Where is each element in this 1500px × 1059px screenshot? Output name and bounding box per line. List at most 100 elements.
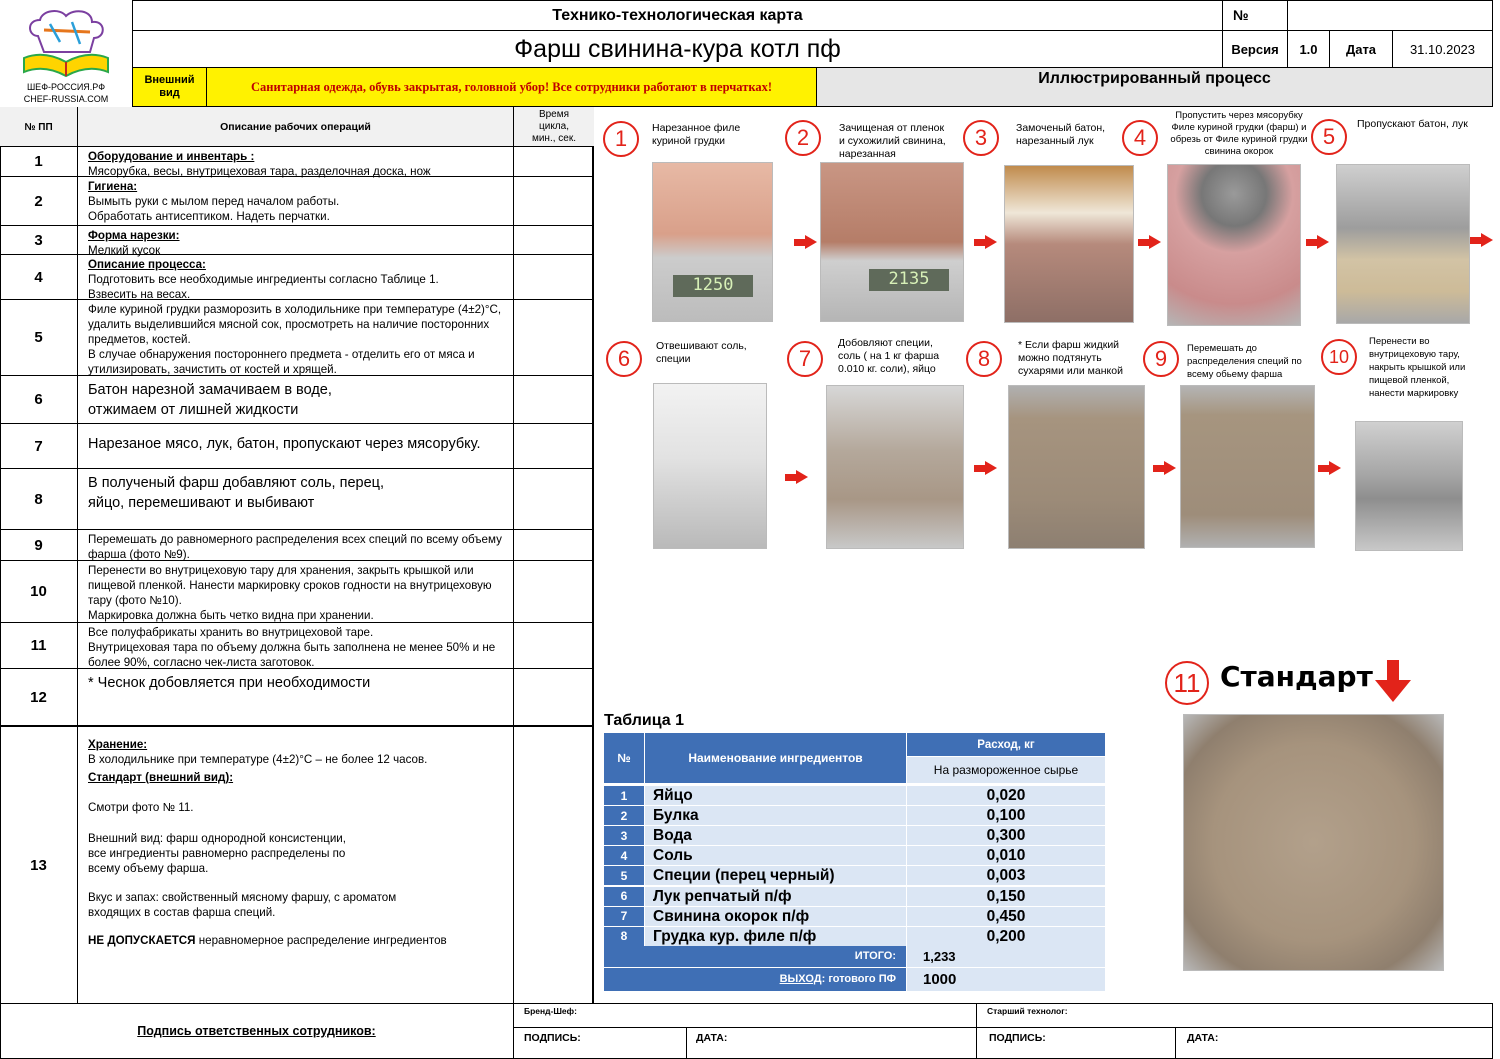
step-caption: Замоченый батон, нарезанный лук — [1016, 122, 1106, 147]
row-text: Подготовить все необходимые ингредиенты … — [88, 273, 439, 301]
divider — [686, 1027, 687, 1059]
date-label: Дата — [1329, 30, 1393, 68]
arrow-right-icon — [1470, 233, 1493, 247]
row-number: 10 — [0, 561, 78, 622]
ing-col-num: № — [604, 733, 644, 783]
logo: ШЕФ-РОССИЯ.РФ CHEF-RUSSIA.COM — [0, 0, 132, 108]
number-label: № — [1222, 0, 1288, 31]
step-number-10: 10 — [1321, 339, 1357, 375]
row-content: Нарезаное мясо, лук, батон, пропускают ч… — [88, 434, 509, 454]
step-6-photo — [653, 383, 767, 549]
step-caption: * Если фарш жидкий можно подтянуть сухар… — [1018, 339, 1123, 377]
row-title: Форма нарезки: — [88, 229, 180, 242]
storage-text: В холодильнике при температуре (4±2)°С –… — [88, 753, 428, 766]
ingredient-num: 3 — [604, 826, 644, 846]
step-number-1: 1 — [603, 121, 639, 157]
ingredient-row: 4 Соль 0,010 — [604, 846, 1105, 866]
step-5-photo — [1336, 164, 1470, 324]
time-cell — [513, 623, 593, 669]
ingredients-title: Таблица 1 — [604, 712, 685, 729]
ingredient-value: 0,200 — [907, 926, 1105, 946]
ingredient-name: Грудка кур. филе п/ф — [645, 926, 906, 946]
step-caption: Зачищеная от пленок и сухожилий свинина,… — [839, 122, 946, 160]
row-title: Описание процесса: — [88, 258, 206, 271]
step-number-6: 6 — [606, 341, 642, 377]
table-row: 12 * Чеснок добовляется при необходимости — [0, 669, 513, 726]
col-num-header: № ПП — [0, 107, 78, 147]
step-10-photo — [1355, 421, 1463, 551]
ingredient-name: Вода — [645, 826, 906, 846]
row-number: 5 — [0, 300, 78, 375]
row-content: Форма нарезки: Мелкий кусок — [88, 228, 509, 258]
step-caption: Отвешивают соль, специи — [656, 340, 747, 365]
table-row: 5 Филе куриной грудки разморозить в холод… — [0, 300, 513, 376]
divider — [514, 1027, 978, 1028]
ingredient-num: 6 — [604, 886, 644, 906]
step-8-photo — [1008, 385, 1145, 549]
ingredient-name: Специи (перец черный) — [645, 866, 906, 886]
arrow-right-icon — [794, 235, 818, 249]
ingredient-value: 0,300 — [907, 826, 1105, 846]
ingredient-value: 0,003 — [907, 866, 1105, 886]
step-7-photo — [826, 385, 964, 549]
step-caption: Добовляют специи, соль ( на 1 кг фарша 0… — [838, 337, 940, 375]
senior-tech-block: Старший технолог: ПОДПИСЬ: ДАТА: — [977, 1003, 1493, 1059]
total-label: ИТОГО: — [604, 946, 906, 967]
yield-link[interactable]: ВЫХОД — [780, 973, 822, 985]
time-cell — [513, 376, 593, 424]
row-number: 11 — [0, 623, 78, 668]
arrow-right-icon — [974, 461, 998, 475]
arrow-right-icon — [1306, 235, 1330, 249]
col-time-header: Время цикла, мин., сек. — [513, 107, 594, 147]
table-row: 2 Гигиена: Вымыть руки с мылом перед начал… — [0, 177, 513, 226]
doc-type: Технико-технологическая карта — [132, 0, 1223, 31]
brand-chef-label: Бренд-Шеф: — [524, 1006, 577, 1016]
row-text: Батон нарезной замачиваем в воде, отжима… — [88, 382, 332, 418]
logo-text-ru: ШЕФ-РОССИЯ.РФ — [26, 82, 106, 92]
step-caption: Нарезанное филе куриной грудки — [652, 122, 741, 147]
standard-label: Стандарт — [1220, 660, 1373, 693]
row-text: * Чеснок добовляется при необходимости — [88, 675, 371, 691]
ingredient-value: 0,100 — [907, 806, 1105, 826]
time-cell — [513, 561, 593, 623]
table-row: 4 Описание процесса: Подготовить все необх… — [0, 255, 513, 302]
ingredient-row: 6 Лук репчатый п/ф 0,150 — [604, 886, 1105, 907]
row-content: В полученый фарш добавляют соль, перец, … — [88, 473, 509, 513]
col-desc-header: Описание рабочих операций — [220, 121, 371, 133]
step-9-photo — [1180, 385, 1315, 548]
ingredient-row: 5 Специи (перец черный) 0,003 — [604, 866, 1105, 886]
time-cell — [513, 177, 593, 226]
arrow-right-icon — [1318, 461, 1342, 475]
step-caption: Пропустить через мясорубку Филе куриной … — [1170, 110, 1308, 157]
row-content: Описание процесса: Подготовить все необхо… — [88, 257, 509, 302]
version-label: Версия — [1222, 30, 1288, 68]
time-cell — [513, 147, 593, 177]
ingredient-value: 0,450 — [907, 906, 1105, 926]
step-number-9: 9 — [1143, 341, 1179, 377]
time-cell — [513, 726, 593, 1004]
ing-col-consumption: Расход, кг — [907, 733, 1105, 756]
row-content: Батон нарезной замачиваем в воде, отжима… — [88, 380, 509, 420]
ingredient-num: 7 — [604, 906, 644, 926]
appearance-label: Внешний вид — [132, 67, 207, 107]
arrow-right-icon — [1138, 235, 1162, 249]
ingredient-num: 5 — [604, 866, 644, 886]
ingredient-num: 8 — [604, 926, 644, 946]
chef-hat-book-logo-icon — [23, 10, 109, 78]
row-number: 1 — [0, 147, 78, 176]
step-caption: Перенести во внутрицеховую тару, накрыть… — [1369, 336, 1466, 399]
number-value — [1287, 0, 1493, 31]
table-row: 8 В полученый фарш добавляют соль, перец,… — [0, 469, 513, 530]
ingredient-name: Соль — [645, 846, 906, 866]
step-caption: Перемешать до распределения специй по вс… — [1187, 343, 1302, 380]
taste-text: Вкус и запах: свойственный мясному фаршу… — [88, 891, 397, 919]
row-text: Филе куриной грудки разморозить в холоди… — [88, 303, 502, 376]
ingredient-value: 0,020 — [907, 786, 1105, 805]
brand-chef-sign: ПОДПИСЬ: — [524, 1032, 581, 1044]
arrow-right-icon — [974, 235, 998, 249]
process-title: Иллюстрированный процесс — [816, 67, 1493, 107]
signature-label: Подпись ответственных сотрудников: — [137, 1024, 376, 1038]
scale-display: 2135 — [869, 269, 949, 291]
table-row: 10 Перенести во внутрицеховую тару для хр… — [0, 561, 513, 623]
page-title: Фарш свинина-кура котл пф — [132, 30, 1223, 68]
